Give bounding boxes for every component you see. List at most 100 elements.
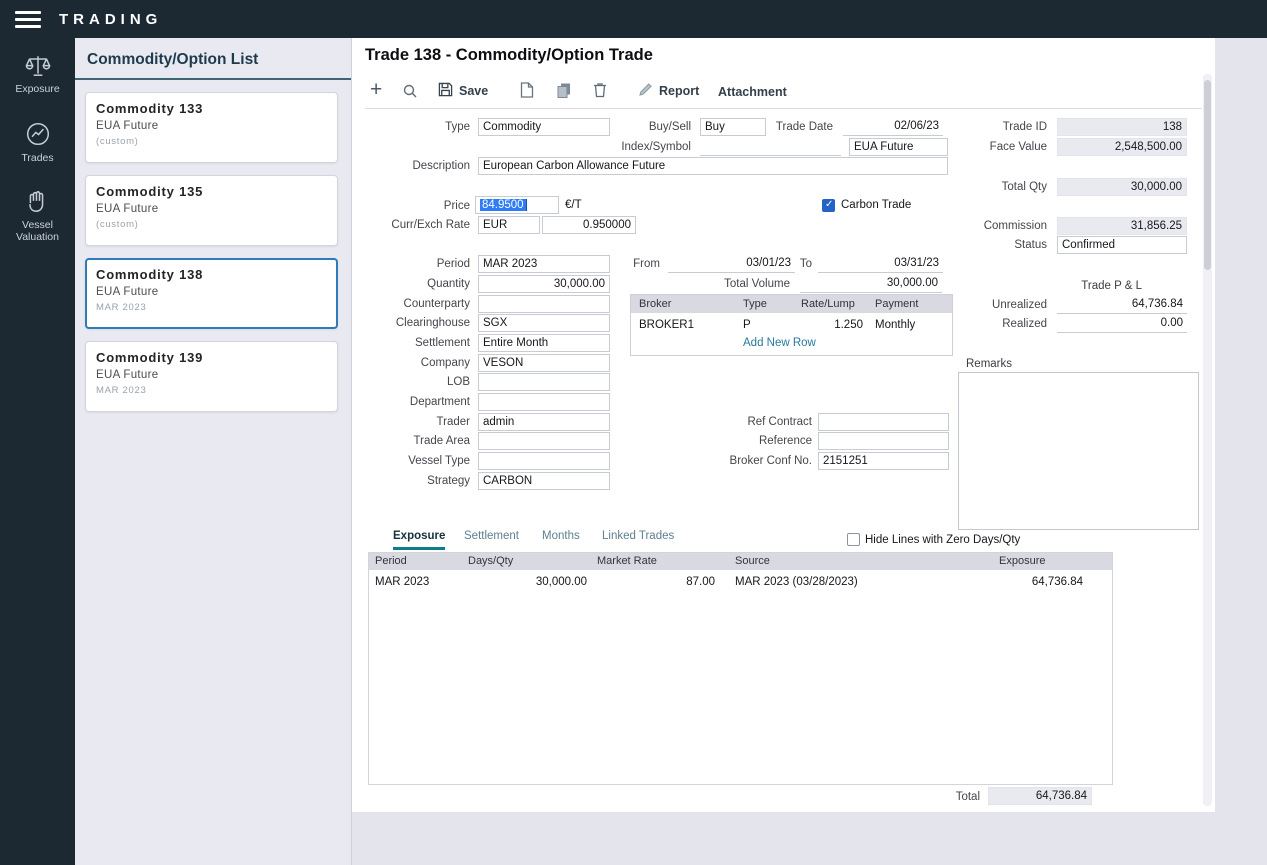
pnl-title: Trade P & L (992, 278, 1142, 295)
tab-settlement[interactable]: Settlement (464, 530, 519, 547)
total-qty-label: Total Qty (897, 179, 1047, 196)
to-date-field[interactable]: 03/31/23 (818, 255, 943, 273)
sidebar-item-exposure[interactable]: Exposure (0, 54, 75, 95)
counterparty-label: Counterparty (320, 296, 470, 313)
exposure-table-row[interactable]: MAR 2023 30,000.00 87.00 MAR 2023 (03/28… (369, 573, 1112, 591)
period-label: Period (320, 256, 470, 273)
new-document-button[interactable] (520, 81, 534, 101)
toolbar-divider (365, 108, 1202, 109)
settlement-field[interactable]: Entire Month (478, 334, 610, 352)
price-label: Price (320, 198, 470, 215)
index-symbol-field[interactable] (700, 138, 841, 156)
menu-icon[interactable] (15, 7, 41, 32)
exposure-cell: 64,736.84 (999, 573, 1083, 591)
exposure-col-header: Exposure (999, 553, 1045, 570)
vessel-type-field[interactable] (478, 452, 610, 470)
carbon-trade-label: Carbon Trade (841, 198, 911, 213)
description-field[interactable]: European Carbon Allowance Future (478, 157, 948, 175)
card-subtitle: EUA Future (96, 286, 327, 298)
exposure-cell: 87.00 (597, 573, 715, 591)
delete-button[interactable] (593, 81, 607, 101)
status-field[interactable]: Confirmed (1057, 236, 1187, 254)
currency-field[interactable]: EUR (478, 216, 540, 234)
sidebar-item-trades[interactable]: Trades (0, 121, 75, 164)
page-title: Trade 138 - Commodity/Option Trade (365, 46, 653, 65)
document-icon (520, 82, 534, 101)
card-subtitle: EUA Future (96, 369, 327, 381)
strategy-label: Strategy (320, 473, 470, 490)
ref-contract-field[interactable] (818, 413, 949, 431)
broker-table: Broker Type Rate/Lump Payment BROKER1 P … (630, 294, 953, 356)
scrollbar-thumb[interactable] (1204, 80, 1211, 270)
quantity-field[interactable]: 30,000.00 (478, 275, 610, 293)
from-label: From (510, 256, 660, 273)
attachment-button[interactable]: Attachment (718, 82, 787, 102)
price-field[interactable]: 84.9500 (475, 196, 559, 214)
counterparty-field[interactable] (478, 295, 610, 313)
list-item-commodity-138[interactable]: Commodity 138 EUA Future MAR 2023 (85, 258, 338, 329)
department-label: Department (320, 394, 470, 411)
sidebar-item-label: Vessel Valuation (0, 219, 75, 243)
department-field[interactable] (478, 393, 610, 411)
remarks-label: Remarks (966, 356, 1012, 373)
report-label: Report (659, 84, 699, 98)
unrealized-value: 64,736.84 (1057, 296, 1187, 314)
lob-label: LOB (320, 374, 470, 391)
exposure-cell: MAR 2023 (375, 573, 429, 591)
broker-table-header: Broker Type Rate/Lump Payment (631, 295, 952, 313)
remarks-box[interactable] (958, 372, 1199, 530)
sidebar-item-vessel-valuation[interactable]: Vessel Valuation (0, 190, 75, 243)
sidebar-item-label: Trades (19, 152, 55, 164)
broker-conf-no-field[interactable]: 2151251 (818, 452, 949, 470)
report-button[interactable]: Report (638, 81, 699, 101)
settlement-label: Settlement (320, 335, 470, 352)
exposure-col-header: Days/Qty (468, 553, 513, 570)
trade-area-label: Trade Area (320, 433, 470, 450)
main-area: Trade 138 - Commodity/Option Trade + Sav… (352, 38, 1267, 865)
clearinghouse-label: Clearinghouse (320, 315, 470, 332)
copy-icon (556, 82, 572, 101)
strategy-field[interactable]: CARBON (478, 472, 610, 490)
total-field: 64,736.84 (988, 787, 1092, 805)
quantity-label: Quantity (320, 276, 470, 293)
save-button[interactable]: Save (438, 81, 488, 101)
company-field[interactable]: VESON (478, 354, 610, 372)
sidebar: Exposure Trades Vessel Valuation (0, 38, 75, 865)
tab-linked-trades[interactable]: Linked Trades (602, 530, 674, 547)
exposure-table-header: Period Days/Qty Market Rate Source Expos… (369, 553, 1112, 570)
search-button[interactable] (402, 82, 418, 102)
list-item-commodity-139[interactable]: Commodity 139 EUA Future MAR 2023 (85, 341, 338, 412)
trade-id-field: 138 (1057, 118, 1187, 136)
plus-icon: + (370, 81, 382, 99)
trade-area-field[interactable] (478, 432, 610, 450)
sidebar-item-label: Exposure (13, 83, 61, 95)
total-qty-field: 30,000.00 (1057, 178, 1187, 196)
floppy-icon (438, 82, 453, 100)
index-symbol-label: Index/Symbol (541, 139, 691, 156)
carbon-trade-checkbox[interactable] (822, 199, 835, 212)
vertical-scrollbar[interactable] (1203, 74, 1212, 806)
realized-value: 0.00 (1057, 315, 1187, 333)
tab-months[interactable]: Months (542, 530, 580, 547)
hide-zero-lines-checkbox[interactable] (847, 533, 860, 546)
add-new-row-link[interactable]: Add New Row (743, 337, 816, 349)
card-meta: (custom) (96, 136, 327, 147)
list-item-commodity-135[interactable]: Commodity 135 EUA Future (custom) (85, 175, 338, 246)
trade-id-label: Trade ID (897, 119, 1047, 136)
clearinghouse-field[interactable]: SGX (478, 314, 610, 332)
exposure-col-header: Period (375, 553, 407, 570)
top-bar: TRADING (0, 0, 1267, 38)
reference-field[interactable] (818, 432, 949, 450)
broker-col-header: Broker (639, 295, 671, 313)
copy-button[interactable] (556, 81, 572, 101)
tab-exposure[interactable]: Exposure (393, 530, 445, 550)
exposure-col-header: Market Rate (597, 553, 657, 570)
exch-rate-field[interactable]: 0.950000 (542, 216, 636, 234)
save-label: Save (459, 84, 488, 98)
list-item-commodity-133[interactable]: Commodity 133 EUA Future (custom) (85, 92, 338, 163)
trader-field[interactable]: admin (478, 413, 610, 431)
exposure-cell: 30,000.00 (468, 573, 587, 591)
add-button[interactable]: + (370, 80, 382, 100)
card-title: Commodity 133 (96, 101, 327, 116)
lob-field[interactable] (478, 373, 610, 391)
